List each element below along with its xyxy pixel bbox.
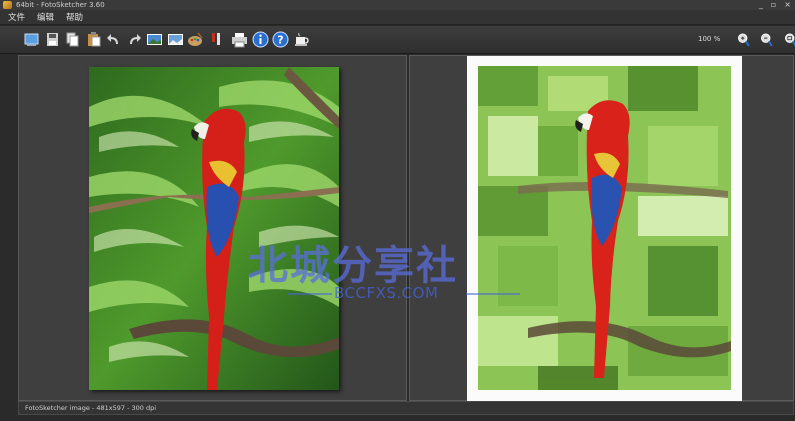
palette-button[interactable] bbox=[186, 30, 205, 49]
sketch-image-icon bbox=[167, 34, 183, 45]
sketch-output bbox=[478, 66, 731, 390]
zoom-out-icon bbox=[761, 32, 773, 46]
title-bar: 64bit - FotoSketcher 3.60 _ ▫ × bbox=[0, 0, 795, 10]
coffee-button[interactable] bbox=[292, 30, 311, 49]
print-button[interactable] bbox=[230, 30, 249, 49]
help-button[interactable]: ? bbox=[271, 30, 290, 49]
minimize-button[interactable]: _ bbox=[759, 0, 763, 10]
zoom-in-button[interactable] bbox=[733, 29, 753, 51]
original-photo bbox=[89, 67, 339, 390]
sketch-image-pane[interactable] bbox=[409, 55, 794, 401]
status-text: FotoSketcher image - 481x597 - 300 dpi bbox=[25, 404, 157, 412]
print-icon bbox=[232, 33, 247, 48]
redo-button[interactable] bbox=[125, 30, 144, 49]
menu-bar: 文件 编辑 帮助 bbox=[0, 10, 795, 25]
landscape-image-icon bbox=[147, 34, 162, 45]
zoom-fit-button[interactable] bbox=[780, 29, 795, 51]
palette-icon bbox=[188, 32, 203, 46]
window-title: 64bit - FotoSketcher 3.60 bbox=[16, 1, 105, 9]
original-image-pane[interactable] bbox=[18, 55, 407, 401]
brush-button[interactable] bbox=[207, 30, 226, 49]
maximize-button[interactable]: ▫ bbox=[771, 0, 776, 10]
zoom-out-button[interactable] bbox=[757, 29, 777, 51]
info-icon bbox=[252, 31, 268, 48]
status-bar: FotoSketcher image - 481x597 - 300 dpi bbox=[18, 401, 794, 415]
paste-button[interactable] bbox=[84, 30, 103, 49]
paste-icon bbox=[87, 32, 100, 47]
redo-icon bbox=[129, 34, 141, 44]
svg-text:?: ? bbox=[277, 34, 283, 47]
bottom-strip bbox=[0, 415, 795, 421]
workspace: 北城分享社 BCCFXS.COM bbox=[0, 55, 795, 401]
landscape-image-button[interactable] bbox=[145, 30, 164, 49]
sketch-canvas bbox=[467, 56, 742, 401]
undo-icon bbox=[107, 34, 118, 44]
zoom-level: 100 % bbox=[698, 35, 721, 43]
help-icon: ? bbox=[272, 31, 289, 48]
menu-edit[interactable]: 编辑 bbox=[35, 11, 56, 23]
zoom-in-icon bbox=[737, 32, 750, 46]
zoom-fit-icon bbox=[784, 32, 795, 46]
menu-file[interactable]: 文件 bbox=[6, 11, 27, 23]
toolbar: ? bbox=[0, 26, 795, 54]
app-icon bbox=[3, 1, 12, 9]
sketch-image-button[interactable] bbox=[166, 30, 185, 49]
info-button[interactable] bbox=[251, 30, 270, 49]
open-image-button[interactable] bbox=[22, 30, 41, 49]
copy-icon bbox=[66, 32, 79, 47]
save-button[interactable] bbox=[43, 30, 62, 49]
undo-button[interactable] bbox=[104, 30, 123, 49]
parrot-photo-image bbox=[89, 67, 339, 390]
coffee-icon bbox=[294, 32, 309, 46]
close-button[interactable]: × bbox=[784, 0, 791, 10]
brush-icon bbox=[211, 33, 220, 46]
menu-help[interactable]: 帮助 bbox=[64, 11, 85, 23]
parrot-painting-image bbox=[478, 66, 731, 390]
open-image-icon bbox=[24, 33, 39, 46]
copy-button[interactable] bbox=[63, 30, 82, 49]
save-icon bbox=[46, 33, 58, 46]
